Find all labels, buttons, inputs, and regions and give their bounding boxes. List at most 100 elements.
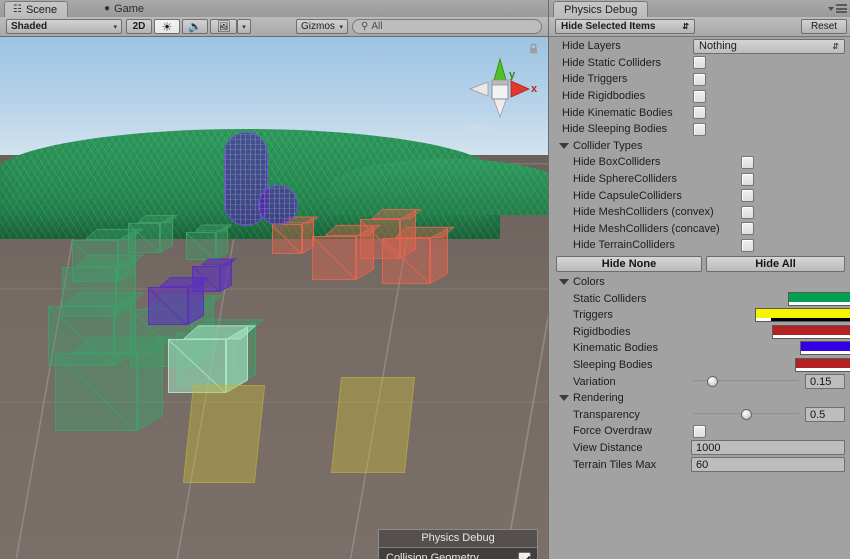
label-terrain-tiles-max: Terrain Tiles Max	[573, 459, 656, 471]
label-variation: Variation	[573, 376, 616, 388]
scene-audio-toggle[interactable]: 🔈	[182, 19, 208, 34]
scene-search-input[interactable]: ⚲ All	[352, 19, 542, 34]
scene-search-placeholder: All	[371, 21, 382, 32]
label-collider-types: Collider Types	[573, 140, 643, 152]
tab-scene-label: Scene	[26, 4, 57, 16]
swatch-kinematic-bodies[interactable]	[800, 341, 850, 355]
foldout-rendering[interactable]: Rendering	[549, 390, 850, 407]
search-icon: ⚲	[361, 21, 368, 32]
hide-layers-value: Nothing	[699, 40, 737, 52]
swatch-triggers[interactable]	[755, 308, 850, 322]
static-collider-box-6	[186, 225, 228, 260]
checkbox-hide-spherecolliders[interactable]	[741, 173, 754, 186]
row-color-kinematic-bodies: Kinematic Bodies	[549, 340, 850, 357]
static-collider-box-3	[72, 229, 136, 282]
draw-mode-dropdown[interactable]: Shaded ▾	[6, 19, 122, 34]
window-menu[interactable]	[828, 4, 847, 13]
chevron-down-icon: ▾	[339, 23, 343, 31]
checkbox-hide-kinematic-bodies[interactable]	[693, 106, 706, 119]
chevron-down-icon	[828, 7, 834, 11]
hide-mode-dropdown[interactable]: Hide Selected Items ⇵	[555, 19, 695, 34]
terrain-tiles-max-field[interactable]: 60	[691, 457, 845, 472]
padlock-icon[interactable]	[529, 43, 538, 54]
label-rendering: Rendering	[573, 392, 624, 404]
unity-editor-window: ☷ Scene ● Game Shaded ▾ 2D ☀ 🔈 �	[0, 0, 850, 559]
draw-mode-label: Shaded	[11, 21, 47, 32]
checkbox-hide-triggers[interactable]	[693, 73, 706, 86]
row-color-static-colliders: Static Colliders	[549, 290, 850, 307]
toggle-2d-button[interactable]: 2D	[126, 19, 152, 34]
physics-debug-tab-bar: Physics Debug	[549, 0, 850, 18]
label-color-static-colliders: Static Colliders	[573, 293, 646, 305]
tab-game[interactable]: ● Game	[96, 1, 154, 17]
checkbox-hide-meshcolliders-concave[interactable]	[741, 222, 754, 235]
overlay-row-collision-geometry[interactable]: Collision Geometry	[379, 548, 537, 559]
triangle-down-icon[interactable]	[559, 279, 569, 285]
scene-axis-gizmo[interactable]: y x Persp	[456, 39, 544, 135]
variation-value: 0.15	[810, 376, 831, 388]
hide-all-button[interactable]: Hide All	[706, 256, 845, 272]
physics-debug-toolbar: Hide Selected Items ⇵ Reset	[549, 17, 850, 37]
label-hide-sleeping-bodies: Hide Sleeping Bodies	[562, 123, 667, 135]
checkbox-hide-boxcolliders[interactable]	[741, 156, 754, 169]
scene-fx-toggle[interactable]: 🖼	[210, 19, 237, 34]
hide-all-label: Hide All	[755, 258, 796, 270]
reset-label: Reset	[811, 21, 837, 32]
checkbox-hide-rigidbodies[interactable]	[693, 90, 706, 103]
swatch-sleeping-bodies[interactable]	[795, 358, 850, 372]
grid-hash-icon: ☷	[13, 5, 22, 15]
scene-fx-dropdown[interactable]: ▾	[237, 19, 251, 34]
sun-icon: ☀	[162, 20, 173, 34]
hide-none-button[interactable]: Hide None	[556, 256, 702, 272]
reset-button[interactable]: Reset	[801, 19, 847, 34]
foldout-collider-types[interactable]: Collider Types	[549, 138, 850, 155]
projection-label: Persp	[464, 122, 493, 134]
view-distance-value: 1000	[696, 442, 720, 454]
scene-physics-debug-overlay[interactable]: Physics Debug Collision Geometry Mouse S…	[378, 529, 538, 559]
gizmos-dropdown[interactable]: Gizmos ▾	[296, 19, 348, 34]
hide-layers-popup[interactable]: Nothing ⇵	[693, 39, 845, 54]
checkbox-hide-meshcolliders-convex[interactable]	[741, 206, 754, 219]
triangle-down-icon[interactable]	[559, 395, 569, 401]
label-transparency: Transparency	[573, 409, 640, 421]
row-hide-layers: Hide Layers Nothing ⇵	[549, 38, 850, 55]
row-view-distance: View Distance 1000	[549, 440, 850, 457]
updown-arrows-icon: ⇵	[832, 42, 839, 51]
foldout-colors[interactable]: Colors	[549, 274, 850, 291]
checkbox-hide-static-colliders[interactable]	[693, 56, 706, 69]
transparency-slider[interactable]	[693, 407, 799, 422]
speaker-icon: 🔈	[188, 20, 202, 33]
scene-lighting-toggle[interactable]: ☀	[154, 19, 180, 34]
variation-value-field[interactable]: 0.15	[805, 374, 845, 389]
checkbox-force-overdraw[interactable]	[693, 425, 706, 438]
kinematic-collider-box-1	[192, 259, 232, 292]
overlay-checkbox-collision-geometry[interactable]	[518, 552, 531, 559]
transparency-value-field[interactable]: 0.5	[805, 407, 845, 422]
row-color-rigidbodies: Rigidbodies	[549, 324, 850, 341]
row-hide-meshcolliders-concave: Hide MeshColliders (concave)	[549, 221, 850, 238]
row-hide-capsulecolliders: Hide CapsuleColliders	[549, 187, 850, 204]
hide-mode-label: Hide Selected Items	[561, 21, 655, 32]
physics-debug-content: Hide Layers Nothing ⇵ Hide Static Collid…	[549, 36, 850, 559]
triangle-down-icon[interactable]	[559, 143, 569, 149]
swatch-rigidbodies[interactable]	[772, 325, 850, 339]
swatch-static-colliders[interactable]	[788, 292, 850, 306]
checkbox-hide-sleeping-bodies[interactable]	[693, 123, 706, 136]
trigger-box-0	[183, 385, 265, 483]
sphere-collider	[258, 185, 298, 225]
tab-scene[interactable]: ☷ Scene	[4, 1, 68, 17]
transparency-value: 0.5	[810, 409, 825, 421]
tab-physics-debug-label: Physics Debug	[564, 4, 637, 16]
checkbox-hide-capsulecolliders[interactable]	[741, 189, 754, 202]
variation-slider[interactable]	[693, 374, 799, 389]
view-distance-field[interactable]: 1000	[691, 440, 845, 455]
toggle-2d-label: 2D	[133, 21, 146, 32]
hamburger-menu-icon[interactable]	[836, 4, 847, 13]
tab-physics-debug[interactable]: Physics Debug	[553, 1, 648, 18]
scene-viewport[interactable]: y x Persp Physics Debug Collision Geomet…	[0, 37, 548, 559]
row-hide-terraincolliders: Hide TerrainColliders	[549, 237, 850, 254]
row-hide-boxcolliders: Hide BoxColliders	[549, 154, 850, 171]
chevron-down-icon: ▾	[113, 23, 117, 31]
label-hide-spherecolliders: Hide SphereColliders	[573, 173, 677, 185]
checkbox-hide-terraincolliders[interactable]	[741, 239, 754, 252]
